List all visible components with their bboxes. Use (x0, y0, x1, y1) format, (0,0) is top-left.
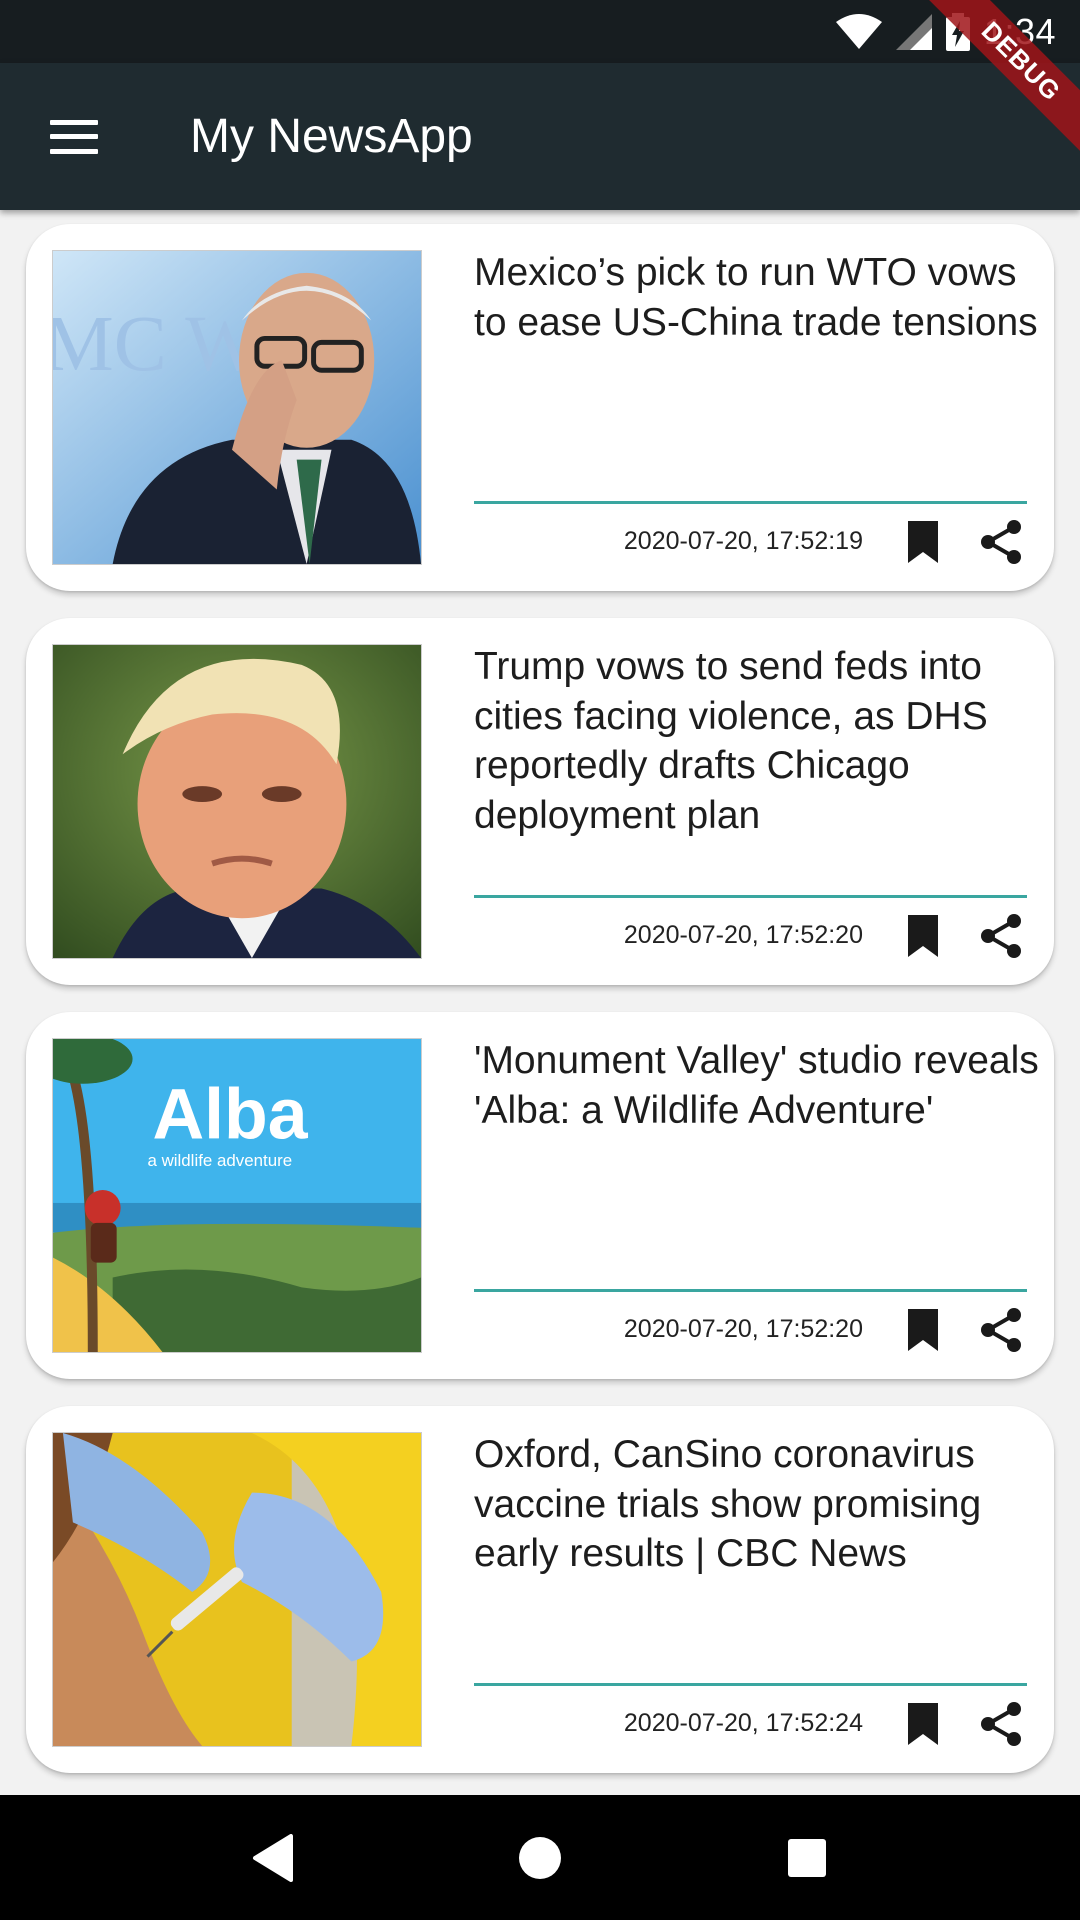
bookmark-icon (908, 520, 938, 563)
back-triangle-icon (253, 1833, 294, 1882)
news-card[interactable]: Alba a wildlife adventure 'Monument Vall… (26, 1012, 1054, 1379)
share-icon (981, 1701, 1021, 1746)
bookmark-icon (908, 1308, 938, 1351)
news-headline[interactable]: Mexico’s pick to run WTO vows to ease US… (474, 248, 1039, 347)
bookmark-button[interactable] (897, 910, 949, 962)
divider (474, 1289, 1027, 1292)
news-card[interactable]: Oxford, CanSino coronavirus vaccine tria… (26, 1406, 1054, 1773)
share-button[interactable] (975, 1698, 1027, 1750)
news-thumbnail[interactable]: MC WT (52, 250, 422, 565)
news-headline[interactable]: 'Monument Valley' studio reveals 'Alba: … (474, 1036, 1039, 1135)
share-button[interactable] (975, 910, 1027, 962)
system-nav-bar (0, 1795, 1080, 1920)
status-clock: 1:34 (983, 11, 1056, 52)
news-card[interactable]: Trump vows to send feds into cities faci… (26, 618, 1054, 985)
home-button[interactable] (495, 1813, 585, 1903)
share-icon (981, 519, 1021, 564)
news-meta: 2020-07-20, 17:52:20 (474, 908, 1027, 963)
app-bar: My NewsApp (0, 63, 1080, 210)
bookmark-icon (908, 914, 938, 957)
divider (474, 1683, 1027, 1686)
battery-charging-icon (945, 13, 970, 51)
hamburger-menu-icon (50, 119, 98, 154)
news-thumbnail[interactable]: Alba a wildlife adventure (52, 1038, 422, 1353)
back-button[interactable] (228, 1813, 318, 1903)
status-icons: 1:34 (835, 8, 1056, 56)
bookmark-button[interactable] (897, 516, 949, 568)
wifi-icon (835, 14, 882, 49)
news-timestamp: 2020-07-20, 17:52:19 (623, 527, 863, 555)
status-bar: 1:34 (0, 0, 1080, 63)
news-headline[interactable]: Oxford, CanSino coronavirus vaccine tria… (474, 1430, 1039, 1579)
menu-button[interactable] (26, 89, 122, 185)
bookmark-button[interactable] (897, 1304, 949, 1356)
divider (474, 501, 1027, 504)
news-timestamp: 2020-07-20, 17:52:20 (623, 921, 863, 949)
bookmark-button[interactable] (897, 1698, 949, 1750)
news-card[interactable]: MC WT Mexico’s pick to run WTO vows to e… (26, 224, 1054, 591)
news-meta: 2020-07-20, 17:52:20 (474, 1302, 1027, 1357)
news-timestamp: 2020-07-20, 17:52:20 (623, 1315, 863, 1343)
news-timestamp: 2020-07-20, 17:52:24 (623, 1709, 863, 1737)
news-meta: 2020-07-20, 17:52:24 (474, 1696, 1027, 1751)
cell-signal-icon (895, 14, 932, 50)
alba-logo-text: Alba (152, 1074, 308, 1154)
news-thumbnail[interactable] (52, 1432, 422, 1747)
share-button[interactable] (975, 516, 1027, 568)
news-meta: 2020-07-20, 17:52:19 (474, 514, 1027, 569)
news-headline[interactable]: Trump vows to send feds into cities faci… (474, 642, 1039, 840)
home-circle-icon (518, 1836, 561, 1879)
share-button[interactable] (975, 1304, 1027, 1356)
app-title: My NewsApp (190, 110, 473, 163)
alba-logo-subtext: a wildlife adventure (147, 1151, 292, 1170)
recents-button[interactable] (762, 1813, 852, 1903)
divider (474, 895, 1027, 898)
bookmark-icon (908, 1702, 938, 1745)
share-icon (981, 913, 1021, 958)
news-feed[interactable]: MC WT Mexico’s pick to run WTO vows to e… (0, 210, 1080, 1795)
news-thumbnail[interactable] (52, 644, 422, 959)
recents-square-icon (787, 1838, 826, 1877)
share-icon (981, 1307, 1021, 1352)
